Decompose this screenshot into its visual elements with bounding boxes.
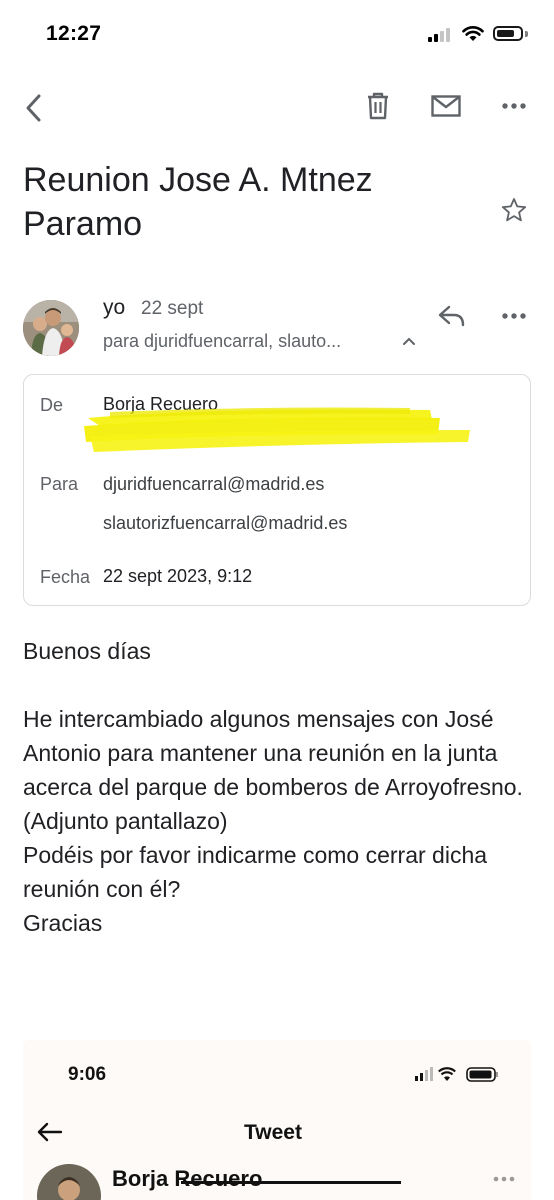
date-label: Fecha [40,567,91,587]
battery-icon [493,26,523,41]
wifi-icon [462,26,484,41]
body-greeting: Buenos días [23,638,151,664]
more-horizontal-icon [502,313,526,319]
date-value: 22 sept 2023, 9:12 [103,566,253,586]
embedded-author-avatar [37,1164,101,1200]
recipients-summary[interactable]: para djuridfuencarral, slauto... [103,331,341,352]
embedded-screenshot[interactable]: 9:06 Tweet Borja Recuero [23,1040,531,1200]
redaction-highlight [84,407,470,452]
back-button[interactable] [14,88,54,128]
to-address-1[interactable]: djuridfuencarral@madrid.es [103,474,324,495]
avatar[interactable] [23,300,79,356]
more-horizontal-icon [502,103,526,109]
message-more-button[interactable] [494,296,534,336]
reply-icon [438,305,465,327]
body-closing: Gracias [23,910,103,936]
sent-date: 22 sept [141,298,204,319]
chevron-up-icon[interactable] [402,336,416,346]
body-question: Podéis por favor indicarme como cerrar d… [23,842,488,902]
body-paragraph: He intercambiado algunos mensajes con Jo… [23,706,523,834]
chevron-left-icon [26,94,41,122]
star-icon [501,198,527,222]
delete-button[interactable] [358,86,398,126]
embedded-strike-line [181,1181,401,1184]
email-body: Buenos días He intercambiado algunos men… [23,634,533,940]
to-label: Para [40,474,79,494]
embedded-title: Tweet [244,1121,302,1144]
more-options-button[interactable] [494,86,534,126]
battery-tip [525,31,528,37]
cellular-signal-icon [428,28,452,42]
from-label: De [40,395,64,415]
embedded-author-name: Borja Recuero [112,1166,263,1191]
status-time: 12:27 [46,22,102,45]
sender-name: yo [103,296,126,319]
reply-button[interactable] [432,296,472,336]
star-button[interactable] [494,190,534,230]
trash-icon [368,92,388,120]
mark-unread-button[interactable] [426,86,466,126]
embedded-status-time: 9:06 [68,1064,107,1085]
embedded-back-arrow-icon [37,1122,63,1142]
sender-photo [23,300,79,356]
email-subject: Reunion Jose A. Mtnez Paramo [23,161,373,243]
embedded-more-icon [493,1176,515,1182]
embedded-status-icons [415,1067,498,1082]
to-address-2[interactable]: slautorizfuencarral@madrid.es [103,513,347,534]
mail-icon [431,95,461,117]
